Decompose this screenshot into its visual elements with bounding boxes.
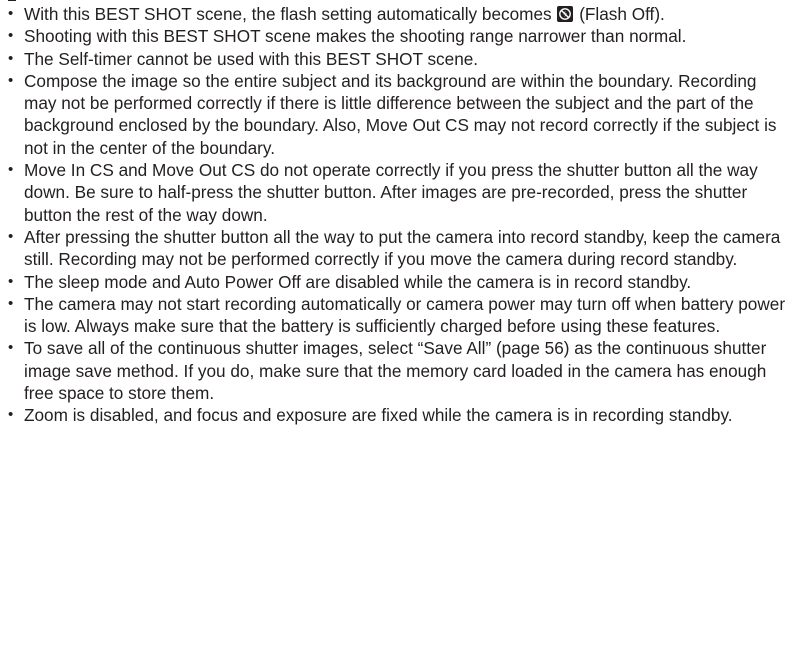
notes-list: With this BEST SHOT scene, the flash set… (8, 3, 793, 427)
note-self-timer: The Self-timer cannot be used with this … (8, 48, 793, 71)
note-sleep-mode: The sleep mode and Auto Power Off are di… (8, 271, 793, 294)
note-flash-off: With this BEST SHOT scene, the flash set… (8, 3, 793, 26)
note-half-press: Move In CS and Move Out CS do not operat… (8, 159, 793, 226)
top-rule (8, 0, 16, 1)
note-battery: The camera may not start recording autom… (8, 293, 793, 338)
note-keep-still: After pressing the shutter button all th… (8, 226, 793, 271)
note-zoom-disabled: Zoom is disabled, and focus and exposure… (8, 404, 793, 427)
note-compose-boundary: Compose the image so the entire subject … (8, 70, 793, 159)
note-flash-off-text-before: With this BEST SHOT scene, the flash set… (24, 4, 557, 24)
note-shooting-range: Shooting with this BEST SHOT scene makes… (8, 25, 793, 48)
flash-off-icon (557, 6, 574, 22)
note-save-all: To save all of the continuous shutter im… (8, 337, 793, 404)
note-flash-off-text-after: (Flash Off). (574, 4, 665, 24)
